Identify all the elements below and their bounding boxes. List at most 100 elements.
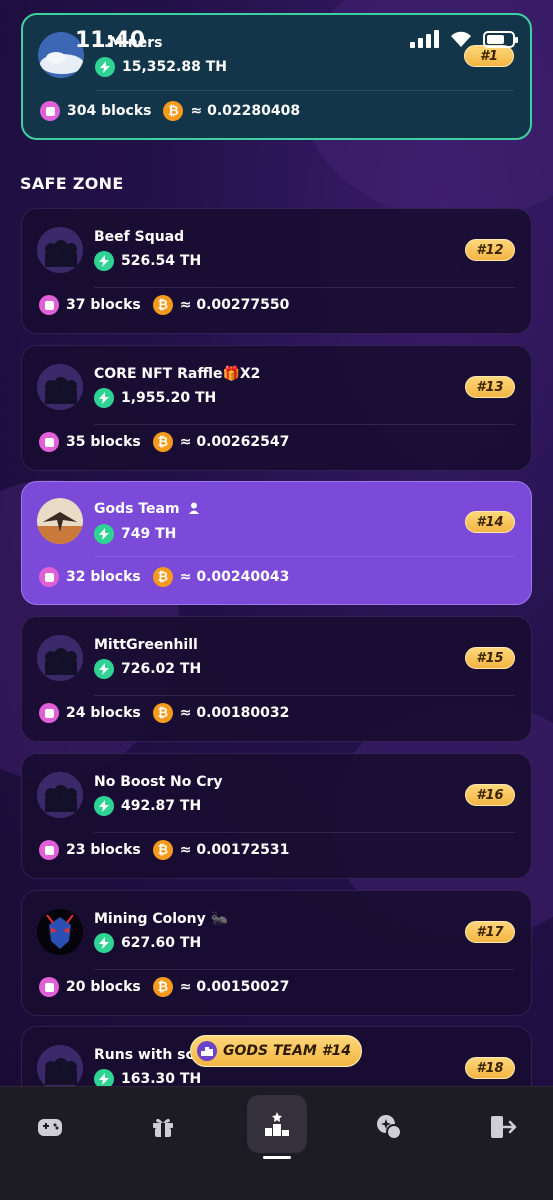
nav-rewards[interactable] [139,1107,187,1147]
podium-icon [197,1041,217,1061]
hashrate-row: 726.02 TH [94,659,201,679]
leaderboard-card[interactable]: CORE NFT Raffle🎁X2 1,955.20 TH #13 35 bl… [21,345,532,471]
btc-reward: ≈ 0.00240043 [179,569,290,585]
blocks-count: 37 blocks [66,297,141,313]
team-name: MittGreenhill [94,637,198,653]
blocks-count: 35 blocks [66,434,141,450]
reward-row: 20 blocks ₿ ≈ 0.00150027 [39,977,289,997]
team-name: Gods Team [94,501,200,517]
blocks-count: 23 blocks [66,842,141,858]
nav-leaderboard[interactable] [247,1095,307,1159]
blocks-icon [39,295,59,315]
bitcoin-icon: ₿ [152,295,173,315]
leaderboard-card-current-team[interactable]: Gods Team 749 TH #14 32 blocks ₿ ≈ 0.002… [21,481,532,605]
hashrate-row: 749 TH [94,524,176,544]
leaderboard-card[interactable]: Mining Colony 🐜 627.60 TH #17 20 blocks … [21,890,532,1016]
team-name: Beef Squad [94,229,185,245]
nav-coins[interactable] [365,1107,413,1147]
rank-badge: #18 [465,1057,515,1079]
rank-badge: #12 [465,239,515,261]
status-time: 11:40 [75,28,146,53]
avatar [37,227,83,273]
divider [94,969,515,970]
divider [94,832,515,833]
team-name-text: Gods Team [94,501,180,517]
gift-icon [153,1118,173,1137]
hashrate: 726.02 TH [121,661,202,677]
blocks-count: 304 blocks [67,103,152,119]
hashrate: 749 TH [121,526,177,542]
bolt-icon [94,251,114,271]
avatar [37,635,83,681]
hashrate: 627.60 TH [121,935,202,951]
bolt-icon [94,796,114,816]
team-name: CORE NFT Raffle🎁X2 [94,366,261,382]
blocks-count: 24 blocks [66,705,141,721]
bitcoin-icon: ₿ [152,977,173,997]
blocks-icon [39,977,59,997]
hashrate-row: 1,955.20 TH [94,388,216,408]
hashrate-row: 526.54 TH [94,251,201,271]
blocks-icon [39,840,59,860]
btc-reward: ≈ 0.00172531 [179,842,290,858]
gamepad-icon [38,1119,62,1136]
hashrate: 526.54 TH [121,253,202,269]
rank-badge: #16 [465,784,515,806]
bitcoin-icon: ₿ [152,567,173,587]
leaderboard-icon [265,1112,289,1136]
blocks-count: 32 blocks [66,569,141,585]
status-bar: 11:40 [0,0,553,80]
divider [94,287,515,288]
hashrate-row: 492.87 TH [94,796,201,816]
nav-logout[interactable] [479,1107,527,1147]
team-name: No Boost No Cry [94,774,223,790]
rank-badge: #13 [465,376,515,398]
leaderboard-card[interactable]: No Boost No Cry 492.87 TH #16 23 blocks … [21,753,532,879]
blocks-count: 20 blocks [66,979,141,995]
blocks-icon [40,101,60,121]
section-title: SAFE ZONE [20,174,124,193]
bolt-icon [94,933,114,953]
leaderboard-card[interactable]: MittGreenhill 726.02 TH #15 24 blocks ₿ … [21,616,532,742]
bitcoin-icon: ₿ [163,101,184,121]
blocks-icon [39,567,59,587]
reward-row: 37 blocks ₿ ≈ 0.00277550 [39,295,289,315]
hashrate: 163.30 TH [121,1071,202,1087]
bottom-nav [0,1086,553,1200]
signal-icon [410,30,439,48]
user-icon [189,502,200,514]
avatar [37,772,83,818]
btc-reward: ≈ 0.00262547 [179,434,290,450]
reward-row: 32 blocks ₿ ≈ 0.00240043 [39,567,289,587]
divider [95,90,514,91]
coin-swap-icon [377,1115,402,1140]
leaderboard-card[interactable]: Beef Squad 526.54 TH #12 37 blocks ₿ ≈ 0… [21,208,532,334]
battery-icon [483,30,518,48]
rank-badge: #14 [465,511,515,533]
hashrate: 492.87 TH [121,798,202,814]
bolt-icon [94,524,114,544]
reward-row: 24 blocks ₿ ≈ 0.00180032 [39,703,289,723]
exit-icon [491,1116,517,1138]
btc-reward: ≈ 0.00180032 [179,705,290,721]
rank-badge: #17 [465,921,515,943]
bitcoin-icon: ₿ [152,703,173,723]
blocks-icon [39,432,59,452]
nav-games[interactable] [26,1107,74,1147]
avatar [37,498,83,544]
avatar [37,909,83,955]
my-team-badge[interactable]: GODS TEAM #14 [190,1035,362,1067]
reward-row: 35 blocks ₿ ≈ 0.00262547 [39,432,289,452]
bolt-icon [94,659,114,679]
hashrate-row: 627.60 TH [94,933,201,953]
btc-reward: ≈ 0.02280408 [190,103,301,119]
btc-reward: ≈ 0.00277550 [179,297,290,313]
reward-row: 304 blocks ₿ ≈ 0.02280408 [40,101,300,121]
status-icons [410,30,518,48]
bitcoin-icon: ₿ [152,840,173,860]
blocks-icon [39,703,59,723]
avatar [37,1045,83,1091]
team-name: Mining Colony 🐜 [94,911,229,927]
bolt-icon [94,388,114,408]
divider [94,424,515,425]
